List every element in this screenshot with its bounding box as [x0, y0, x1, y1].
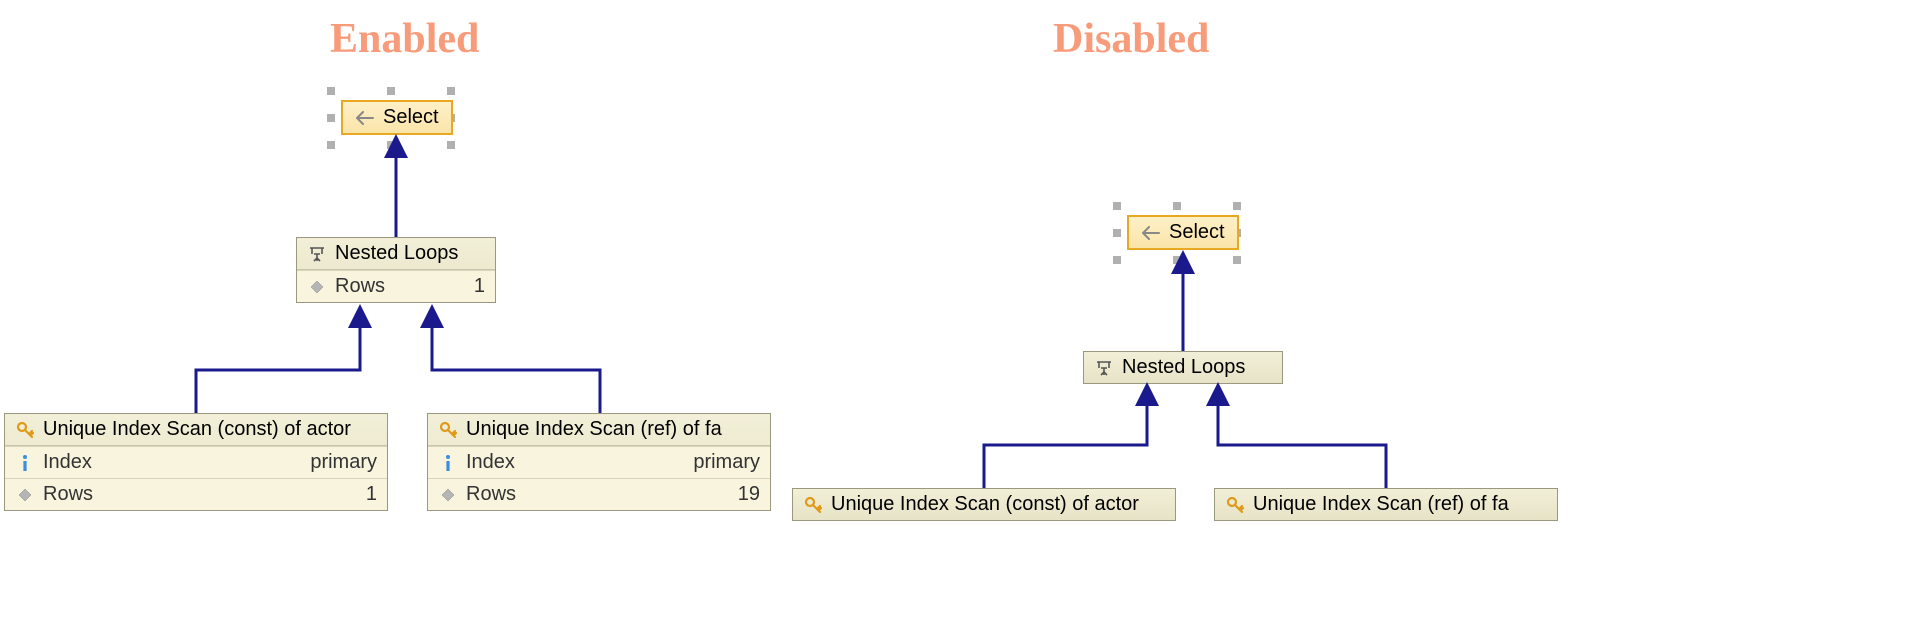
- diamond-icon: [438, 485, 458, 505]
- nested-loops-node-left[interactable]: Nested Loops Rows 1: [296, 237, 496, 303]
- rows-value: 1: [366, 483, 377, 506]
- scan-left-node-right[interactable]: Unique Index Scan (const) of actor: [792, 488, 1176, 521]
- rows-value: 1: [474, 275, 485, 298]
- index-value: primary: [693, 451, 760, 474]
- rows-label: Rows: [43, 483, 93, 506]
- key-icon: [438, 420, 458, 440]
- nested-loops-label: Nested Loops: [335, 242, 458, 265]
- info-icon: [15, 453, 35, 473]
- scan-left-index-row: Index primary: [5, 446, 387, 478]
- connector-lines-right: [0, 0, 1600, 620]
- index-value: primary: [310, 451, 377, 474]
- info-icon: [438, 453, 458, 473]
- nested-loops-label: Nested Loops: [1122, 356, 1245, 379]
- select-node-left[interactable]: Select: [341, 100, 453, 135]
- rows-label: Rows: [335, 275, 385, 298]
- arrow-left-icon: [1141, 223, 1161, 243]
- select-label: Select: [383, 106, 439, 129]
- select-label: Select: [1169, 221, 1225, 244]
- section-title-enabled: Enabled: [330, 15, 479, 63]
- diamond-icon: [15, 485, 35, 505]
- join-icon: [307, 244, 327, 264]
- scan-right-label: Unique Index Scan (ref) of fa: [1253, 493, 1509, 516]
- scan-right-index-row: Index primary: [428, 446, 770, 478]
- scan-left-rows-row: Rows 1: [5, 478, 387, 510]
- arrow-left-icon: [355, 108, 375, 128]
- rows-label: Rows: [466, 483, 516, 506]
- rows-value: 19: [738, 483, 760, 506]
- select-node-right[interactable]: Select: [1127, 215, 1239, 250]
- key-icon: [15, 420, 35, 440]
- join-icon: [1094, 358, 1114, 378]
- key-icon: [1225, 495, 1245, 515]
- index-label: Index: [466, 451, 515, 474]
- scan-right-node-left[interactable]: Unique Index Scan (ref) of fa Index prim…: [427, 413, 771, 511]
- scan-left-label: Unique Index Scan (const) of actor: [43, 418, 351, 441]
- scan-right-node-right[interactable]: Unique Index Scan (ref) of fa: [1214, 488, 1558, 521]
- section-title-disabled: Disabled: [1053, 15, 1209, 63]
- scan-right-rows-row: Rows 19: [428, 478, 770, 510]
- key-icon: [803, 495, 823, 515]
- scan-left-node-left[interactable]: Unique Index Scan (const) of actor Index…: [4, 413, 388, 511]
- nested-loops-node-right[interactable]: Nested Loops: [1083, 351, 1283, 384]
- diamond-icon: [307, 277, 327, 297]
- scan-left-label: Unique Index Scan (const) of actor: [831, 493, 1139, 516]
- scan-right-label: Unique Index Scan (ref) of fa: [466, 418, 722, 441]
- nested-loops-rows-row: Rows 1: [297, 270, 495, 302]
- index-label: Index: [43, 451, 92, 474]
